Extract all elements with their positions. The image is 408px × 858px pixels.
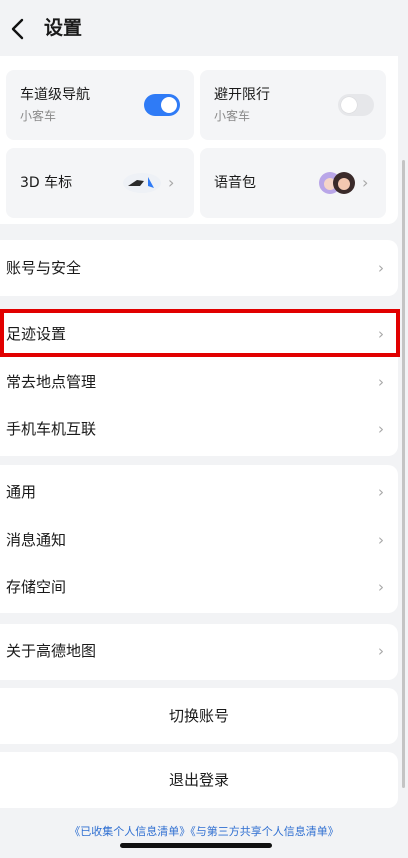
row-about[interactable]: 关于高德地图 › (0, 628, 398, 674)
chevron-right-icon: › (378, 642, 384, 660)
general-group: 通用 › 消息通知 › 存储空间 › (0, 465, 398, 613)
home-indicator[interactable] (120, 843, 272, 848)
scrollbar[interactable] (402, 160, 405, 788)
row-account-security-label: 账号与安全 (6, 259, 82, 277)
privacy-links[interactable]: 《已收集个人信息清单》《与第三方共享个人信息清单》 (0, 824, 408, 840)
car-icon-chevron-icon: › (168, 173, 175, 192)
row-phone-car-label: 手机车机互联 (6, 420, 97, 438)
switch-account-label: 切换账号 (168, 707, 229, 725)
chevron-right-icon: › (378, 483, 384, 501)
row-notifications[interactable]: 消息通知 › (0, 517, 398, 563)
row-about-label: 关于高德地图 (6, 642, 97, 660)
chevron-right-icon: › (378, 325, 384, 343)
car-icon-label: 3D 车标 (20, 175, 73, 191)
car-model-icon (123, 173, 161, 193)
row-footprint-settings[interactable]: 足迹设置 › (0, 311, 398, 357)
row-account-security[interactable]: 账号与安全 › (0, 245, 398, 291)
avoid-restriction-label: 避开限行 (214, 87, 270, 103)
back-arrow-icon[interactable] (4, 14, 34, 44)
row-footprint-label: 足迹设置 (6, 325, 67, 343)
logout-label: 退出登录 (168, 771, 229, 789)
avoid-restriction-toggle[interactable] (338, 94, 374, 116)
row-general[interactable]: 通用 › (0, 469, 398, 515)
row-frequent-places-label: 常去地点管理 (6, 373, 97, 391)
places-group: 足迹设置 › 常去地点管理 › 手机车机互联 › (0, 310, 398, 456)
logout-button[interactable]: 退出登录 (0, 752, 398, 808)
row-notifications-label: 消息通知 (6, 531, 67, 549)
chevron-right-icon: › (378, 373, 384, 391)
voice-pack-tile[interactable]: 语音包 › (200, 148, 386, 218)
quick-settings-card: 车道级导航 小客车 避开限行 小客车 3D 车标 › 语音包 › (0, 48, 398, 224)
row-phone-car-link[interactable]: 手机车机互联 › (0, 406, 398, 452)
lane-navigation-toggle[interactable] (144, 94, 180, 116)
row-frequent-places[interactable]: 常去地点管理 › (0, 359, 398, 405)
about-group: 关于高德地图 › (0, 624, 398, 680)
avoid-restriction-tile[interactable]: 避开限行 小客车 (200, 70, 386, 140)
lane-navigation-label: 车道级导航 (20, 87, 90, 103)
page-title: 设置 (44, 17, 83, 39)
chevron-right-icon: › (378, 531, 384, 549)
avoid-restriction-sub: 小客车 (214, 109, 251, 123)
row-storage[interactable]: 存储空间 › (0, 564, 398, 610)
voice-pack-chevron-icon: › (362, 173, 369, 192)
chevron-right-icon: › (378, 578, 384, 596)
chevron-right-icon: › (378, 259, 384, 277)
voice-avatar-icon (319, 172, 355, 194)
switch-account-button[interactable]: 切换账号 (0, 688, 398, 744)
chevron-right-icon: › (378, 420, 384, 438)
lane-navigation-tile[interactable]: 车道级导航 小客车 (6, 70, 194, 140)
top-bar: 设置 (0, 0, 408, 56)
lane-navigation-sub: 小客车 (20, 109, 57, 123)
row-storage-label: 存储空间 (6, 578, 67, 596)
voice-pack-label: 语音包 (214, 175, 256, 191)
car-icon-tile[interactable]: 3D 车标 › (6, 148, 194, 218)
account-group: 账号与安全 › (0, 240, 398, 296)
row-general-label: 通用 (6, 483, 37, 501)
